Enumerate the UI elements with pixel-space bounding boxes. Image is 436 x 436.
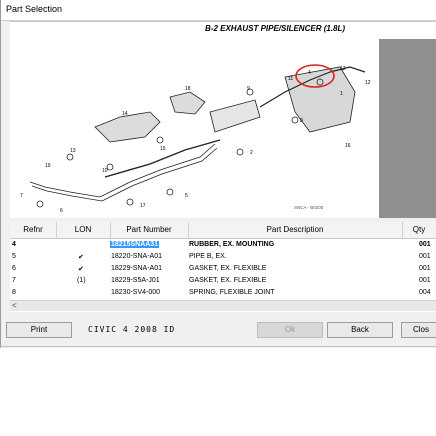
row-qty: 001	[419, 253, 431, 260]
title-bar: Part Selection	[1, 0, 436, 21]
callout-11: 11	[288, 76, 293, 82]
row-part-number[interactable]: 18215SNAA31	[110, 241, 160, 248]
callout-2: 2	[250, 150, 253, 156]
col-part-number[interactable]: Part Number	[111, 225, 187, 234]
table-row[interactable]: 4 18215SNAA31 RUBBER, EX. MOUNTING 001	[10, 240, 436, 252]
row-part-number[interactable]: 18229-SNA-A01	[111, 265, 162, 272]
parts-diagram[interactable]: B-2 EXHAUST PIPE/SILENCER (1.8L) 11 12 1…	[10, 21, 436, 218]
parts-table: Refnr LON Part Number Part Description Q…	[10, 222, 436, 312]
front-pipe	[29, 143, 216, 198]
callout-19: 19	[45, 163, 51, 169]
row-refnr: 5	[12, 253, 16, 260]
print-button[interactable]: Print	[6, 322, 72, 338]
heat-shield-middle	[169, 91, 206, 115]
callout-7: 7	[20, 193, 23, 199]
col-lon[interactable]: LON	[57, 225, 109, 234]
callout-1: 1	[340, 91, 343, 97]
window-title: Part Selection	[6, 4, 63, 14]
callout-15: 15	[160, 146, 166, 152]
col-refnr[interactable]: Refnr	[14, 225, 52, 234]
callout-4: 4	[308, 70, 311, 76]
row-part-number[interactable]: 18220-SNA-A01	[111, 253, 162, 260]
row-description: GASKET, EX. FLEXIBLE	[189, 277, 267, 284]
row-qty: 001	[419, 241, 431, 248]
table-header: Refnr LON Part Number Part Description Q…	[10, 222, 436, 239]
row-qty: 001	[419, 265, 431, 272]
table-row[interactable]: 7 (1) 18229-S5A-J01 GASKET, EX. FLEXIBLE…	[10, 276, 436, 288]
table-row[interactable]: 8 18230-SV4-000 SPRING, FLEXIBLE JOINT 0…	[10, 288, 436, 300]
exhaust-diagram-drawing: 11 12 12 4 1 16 9 8 2 15 14 18 13 19 10 …	[20, 64, 371, 214]
row-refnr: 4	[12, 241, 16, 248]
callout-18: 18	[185, 86, 191, 92]
col-part-description[interactable]: Part Description	[189, 225, 401, 234]
row-qty: 001	[419, 277, 431, 284]
callout-9: 9	[247, 86, 250, 92]
row-refnr: 8	[12, 289, 16, 296]
horizontal-scrollbar[interactable]: <	[10, 300, 436, 311]
diagram-side-panel	[379, 39, 436, 218]
callout-13: 13	[70, 148, 76, 154]
callout-12a: 12	[340, 66, 346, 72]
callout-10: 10	[102, 168, 108, 174]
scroll-left-icon[interactable]: <	[12, 301, 17, 310]
row-part-number[interactable]: 18229-S5A-J01	[111, 277, 160, 284]
table-row[interactable]: 6 ✔ 18229-SNA-A01 GASKET, EX. FLEXIBLE 0…	[10, 264, 436, 276]
vehicle-label: CIVIC 4 2008 ID	[88, 325, 176, 334]
row-refnr: 7	[12, 277, 16, 284]
row-description: RUBBER, EX. MOUNTING	[189, 241, 275, 248]
row-description: PIPE B, EX.	[189, 253, 227, 260]
table-row[interactable]: 5 ✔ 18220-SNA-A01 PIPE B, EX. 001	[10, 252, 436, 264]
window-bottom-edge	[0, 346, 436, 347]
row-lon-check-icon: ✔	[78, 266, 84, 273]
callout-6: 6	[60, 208, 63, 214]
callout-12b: 12	[365, 80, 371, 86]
callout-5: 5	[185, 193, 188, 199]
row-description: SPRING, FLEXIBLE JOINT	[189, 289, 275, 296]
callout-8: 8	[300, 118, 303, 124]
row-qty: 004	[419, 289, 431, 296]
row-lon: (1)	[77, 277, 86, 284]
callout-17: 17	[140, 203, 146, 209]
ok-button[interactable]: Ok	[257, 322, 323, 338]
part-selection-window: Part Selection B-2 EXHAUST PIPE/SILENCER…	[0, 0, 436, 348]
mid-silencer	[209, 99, 261, 133]
front-pipe-lower	[31, 147, 218, 202]
row-part-number[interactable]: 18230-SV4-000	[111, 289, 160, 296]
callout-16: 16	[345, 143, 351, 149]
row-refnr: 6	[12, 265, 16, 272]
callout-14: 14	[122, 111, 128, 117]
row-description: GASKET, EX. FLEXIBLE	[189, 265, 267, 272]
close-button[interactable]: Clos	[401, 322, 436, 338]
row-lon-check-icon: ✔	[78, 254, 84, 261]
back-button[interactable]: Back	[327, 322, 393, 338]
diagram-code: SNCA - B0200	[294, 205, 324, 210]
col-qty[interactable]: Qty	[403, 225, 435, 234]
